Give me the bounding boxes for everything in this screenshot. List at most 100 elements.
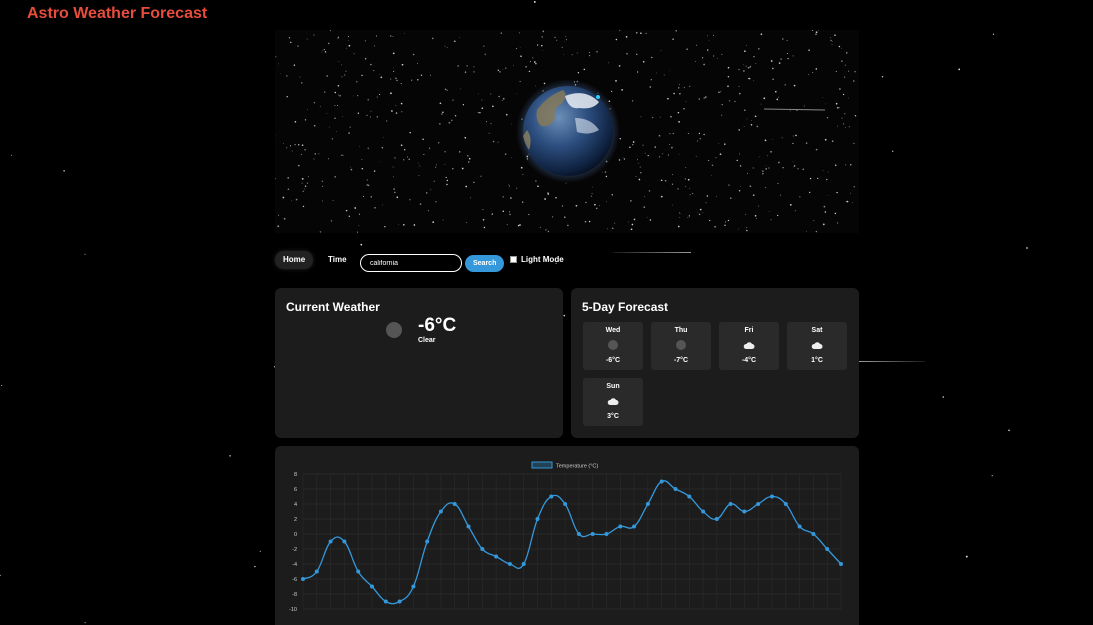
data-point[interactable] (411, 584, 416, 589)
light-mode-checkbox[interactable] (510, 256, 517, 263)
star (326, 113, 328, 114)
data-point[interactable] (452, 502, 457, 506)
data-point[interactable] (811, 532, 816, 536)
data-point[interactable] (797, 524, 802, 529)
star (497, 69, 500, 72)
star (334, 91, 337, 94)
star (599, 204, 601, 206)
data-point[interactable] (645, 502, 650, 506)
star (324, 51, 327, 53)
star (685, 101, 687, 102)
data-point[interactable] (687, 494, 692, 499)
data-point[interactable] (576, 532, 581, 536)
star (508, 184, 509, 185)
search-button[interactable]: Search (465, 255, 505, 272)
data-point[interactable] (839, 562, 843, 566)
data-point[interactable] (301, 577, 305, 581)
data-point[interactable] (673, 487, 678, 491)
star (535, 63, 537, 65)
star (482, 209, 484, 211)
light-mode-toggle[interactable]: Light Mode (510, 255, 564, 264)
data-point[interactable] (742, 509, 747, 514)
data-point[interactable] (328, 539, 333, 544)
data-point[interactable] (521, 562, 526, 566)
star (391, 110, 393, 112)
star (991, 475, 993, 477)
star (394, 157, 396, 159)
data-point[interactable] (783, 502, 788, 506)
star (678, 121, 680, 123)
star (802, 168, 805, 171)
data-point[interactable] (314, 569, 319, 574)
star (830, 37, 832, 39)
forecast-day-name: Wed (605, 327, 621, 334)
star (331, 138, 333, 140)
data-point[interactable] (590, 532, 595, 536)
data-point[interactable] (480, 547, 485, 551)
star (519, 224, 521, 226)
data-point[interactable] (728, 502, 733, 506)
data-point[interactable] (714, 517, 719, 521)
data-point[interactable] (563, 502, 568, 506)
data-point[interactable] (466, 524, 471, 529)
data-point[interactable] (425, 539, 430, 544)
star (707, 49, 709, 51)
star (652, 116, 654, 119)
star (504, 153, 507, 155)
data-point[interactable] (604, 532, 609, 536)
star (532, 57, 534, 59)
star (583, 68, 586, 71)
star (765, 186, 767, 188)
star (367, 147, 369, 149)
star (699, 137, 701, 140)
star (337, 36, 340, 39)
data-point[interactable] (825, 547, 830, 551)
data-point[interactable] (370, 584, 374, 589)
nav-home-button[interactable]: Home (275, 251, 314, 269)
star (528, 70, 530, 73)
star (454, 115, 457, 117)
data-point[interactable] (549, 494, 554, 499)
star (364, 58, 367, 60)
data-point[interactable] (383, 599, 388, 604)
star (384, 226, 386, 228)
data-point[interactable] (756, 502, 761, 506)
city-search-input[interactable] (360, 254, 462, 272)
star (730, 197, 732, 199)
star (743, 70, 745, 72)
data-point[interactable] (397, 599, 402, 604)
star (809, 177, 812, 180)
star (492, 140, 495, 143)
star (345, 70, 347, 72)
star (746, 229, 748, 232)
star (610, 90, 613, 92)
data-point[interactable] (770, 494, 774, 499)
star (294, 143, 296, 146)
data-point[interactable] (356, 569, 361, 574)
star (541, 36, 543, 38)
data-point[interactable] (535, 517, 540, 521)
star (651, 56, 653, 59)
data-point[interactable] (438, 509, 443, 514)
data-point[interactable] (618, 524, 623, 529)
star (844, 113, 846, 115)
data-point[interactable] (632, 524, 637, 529)
star (752, 194, 755, 196)
data-point[interactable] (494, 554, 499, 559)
data-point[interactable] (507, 562, 512, 566)
nav-time-button[interactable]: Time (320, 251, 355, 269)
star (793, 84, 796, 87)
data-point[interactable] (342, 539, 347, 544)
star (287, 188, 290, 191)
star (394, 191, 396, 194)
star (490, 93, 492, 95)
star (497, 141, 499, 143)
star (687, 216, 689, 218)
data-point[interactable] (701, 509, 706, 514)
star (644, 196, 646, 197)
data-point[interactable] (659, 479, 664, 484)
star (466, 65, 468, 67)
star (457, 65, 459, 67)
earth-globe-scene[interactable] (275, 30, 859, 233)
star (418, 175, 420, 177)
